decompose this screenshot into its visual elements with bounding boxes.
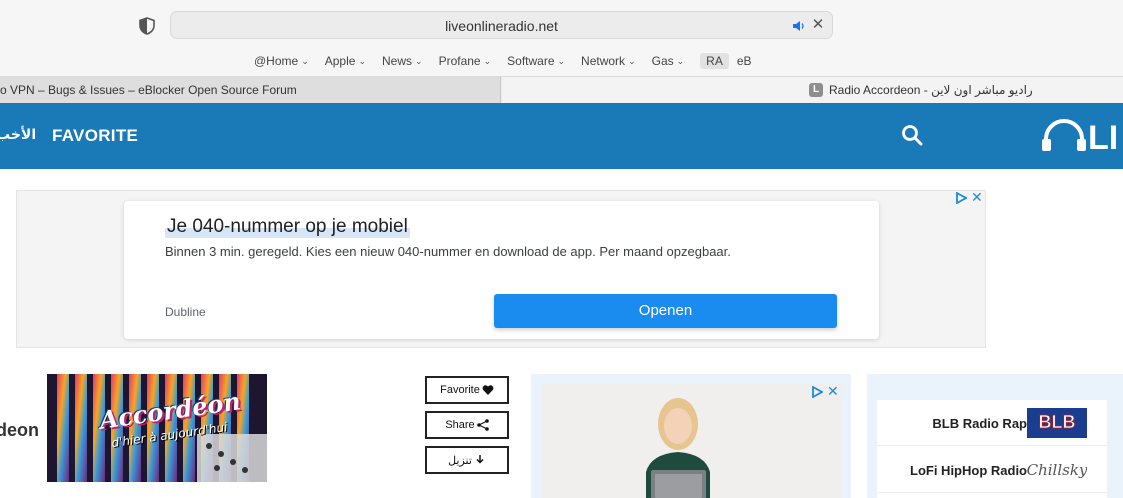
- speaker-icon[interactable]: [792, 19, 806, 33]
- bookmark-label: eB: [736, 54, 752, 68]
- blb-radio-logo-icon: BLB: [1027, 408, 1087, 438]
- list-item[interactable]: LoFi HipHop Radio Chillsky: [877, 447, 1107, 493]
- ad-headline[interactable]: Je 040-nummer op je mobiel: [165, 216, 410, 238]
- ad-description: Binnen 3 min. geregeld. Kies een nieuw 0…: [165, 244, 731, 259]
- chevron-down-icon: ⌄: [628, 55, 636, 66]
- favorite-button[interactable]: Favorite: [425, 376, 509, 404]
- bookmark-gas[interactable]: Gas ⌄: [652, 54, 685, 68]
- chevron-down-icon: ⌄: [483, 55, 492, 66]
- bookmark-label: @Home: [254, 54, 299, 68]
- tab-title: o VPN – Bugs & Issues – eBlocker Open So…: [0, 83, 297, 97]
- related-stations-sidebar: BLB Radio Rap BLB LoFi HipHop Radio Chil…: [867, 374, 1123, 498]
- download-icon: [476, 455, 484, 464]
- site-logo[interactable]: LI: [1040, 117, 1123, 157]
- bookmark-label: Profane: [438, 54, 481, 68]
- bookmark-software[interactable]: Software ⌄: [507, 54, 565, 68]
- station-label: LoFi HipHop Radio: [910, 463, 1027, 478]
- chevron-down-icon: ⌄: [676, 55, 685, 66]
- bookmark-label: Network: [581, 54, 626, 68]
- nav-item-favorite[interactable]: FAVORITE: [52, 126, 138, 146]
- adchoices-icon[interactable]: [955, 192, 967, 204]
- download-button[interactable]: تنزيل: [425, 446, 509, 474]
- bookmark-label: Software: [507, 54, 555, 68]
- chevron-down-icon: ⌄: [415, 55, 423, 66]
- side-ad-container: ✕: [531, 374, 851, 498]
- tab-radio-accordeon[interactable]: L Radio Accordeon - راديو مباشر اون لاين: [502, 77, 1123, 104]
- close-ad-icon[interactable]: ✕: [971, 190, 983, 204]
- ad-open-button[interactable]: Openen: [494, 294, 837, 328]
- logo-text: LI: [1088, 119, 1119, 157]
- share-label: Share: [445, 419, 475, 431]
- bookmark-label: Gas: [651, 54, 674, 68]
- download-label: تنزيل: [448, 454, 472, 467]
- ad-banner: ✕ Je 040-nummer op je mobiel Binnen 3 mi…: [16, 190, 986, 348]
- station-list: BLB Radio Rap BLB LoFi HipHop Radio Chil…: [877, 400, 1107, 498]
- side-ad-controls: ✕: [811, 384, 839, 398]
- bookmark-label: RA: [706, 54, 723, 68]
- share-button[interactable]: Share: [425, 411, 509, 439]
- ad-advertiser: Dubline: [165, 305, 206, 319]
- station-title: deon: [0, 420, 39, 440]
- bookmark-apple[interactable]: Apple ⌄: [325, 54, 366, 68]
- chillsky-logo-icon: Chillsky: [1027, 455, 1087, 485]
- site-navbar: الأخب FAVORITE LI: [0, 103, 1123, 169]
- address-bar[interactable]: liveonlineradio.net ✕: [170, 11, 833, 39]
- bookmark-label: News: [382, 54, 413, 68]
- chevron-down-icon: ⌄: [301, 55, 309, 66]
- woman-laptop-illustration: [541, 384, 841, 498]
- chevron-down-icon: ⌄: [358, 55, 366, 66]
- privacy-shield-icon[interactable]: [139, 17, 155, 35]
- search-icon[interactable]: [900, 123, 924, 147]
- bookmarks-bar: @Home ⌄ Apple ⌄ News ⌄ Profane ⌄ Software ⌄ N…: [254, 52, 768, 70]
- list-item[interactable]: BLB Radio Rap BLB: [877, 400, 1107, 446]
- chevron-down-icon: ⌄: [557, 55, 566, 66]
- browser-chrome: liveonlineradio.net ✕ @Home ⌄ Apple ⌄ News…: [0, 0, 1123, 104]
- favorite-label: Favorite: [440, 384, 480, 396]
- site-favicon-icon: L: [809, 83, 823, 97]
- bookmark-label: Apple: [324, 54, 356, 68]
- adchoices-icon[interactable]: [811, 386, 823, 398]
- share-icon: [476, 419, 489, 431]
- tab-title: Radio Accordeon - راديو مباشر اون لاين: [829, 83, 1033, 97]
- bookmark-home[interactable]: @Home ⌄: [254, 54, 309, 68]
- station-artwork: Accordéon d'hier à aujourd'hui: [47, 374, 267, 482]
- url-text: liveonlineradio.net: [445, 18, 558, 34]
- nav-item-news[interactable]: الأخب: [0, 126, 36, 143]
- tab-eblocker-forum[interactable]: o VPN – Bugs & Issues – eBlocker Open So…: [0, 77, 501, 104]
- bookmark-profane[interactable]: Profane ⌄: [439, 54, 492, 68]
- thumb-text: BLB: [1039, 412, 1076, 432]
- bookmark-eb[interactable]: eB: [737, 54, 752, 68]
- close-ad-icon[interactable]: ✕: [827, 384, 839, 398]
- bookmark-ra[interactable]: RA: [700, 53, 729, 69]
- heart-icon: [482, 385, 494, 395]
- thumb-text: Chillsky: [1027, 461, 1087, 479]
- ad-controls: ✕: [955, 190, 983, 204]
- station-label: BLB Radio Rap: [932, 416, 1027, 431]
- bookmark-news[interactable]: News ⌄: [382, 54, 423, 68]
- close-icon[interactable]: ✕: [810, 17, 826, 33]
- ad-card[interactable]: Je 040-nummer op je mobiel Binnen 3 min.…: [124, 201, 879, 339]
- side-ad-image[interactable]: [541, 384, 841, 498]
- bookmark-network[interactable]: Network ⌄: [581, 54, 636, 68]
- tab-bar: o VPN – Bugs & Issues – eBlocker Open So…: [0, 76, 1123, 104]
